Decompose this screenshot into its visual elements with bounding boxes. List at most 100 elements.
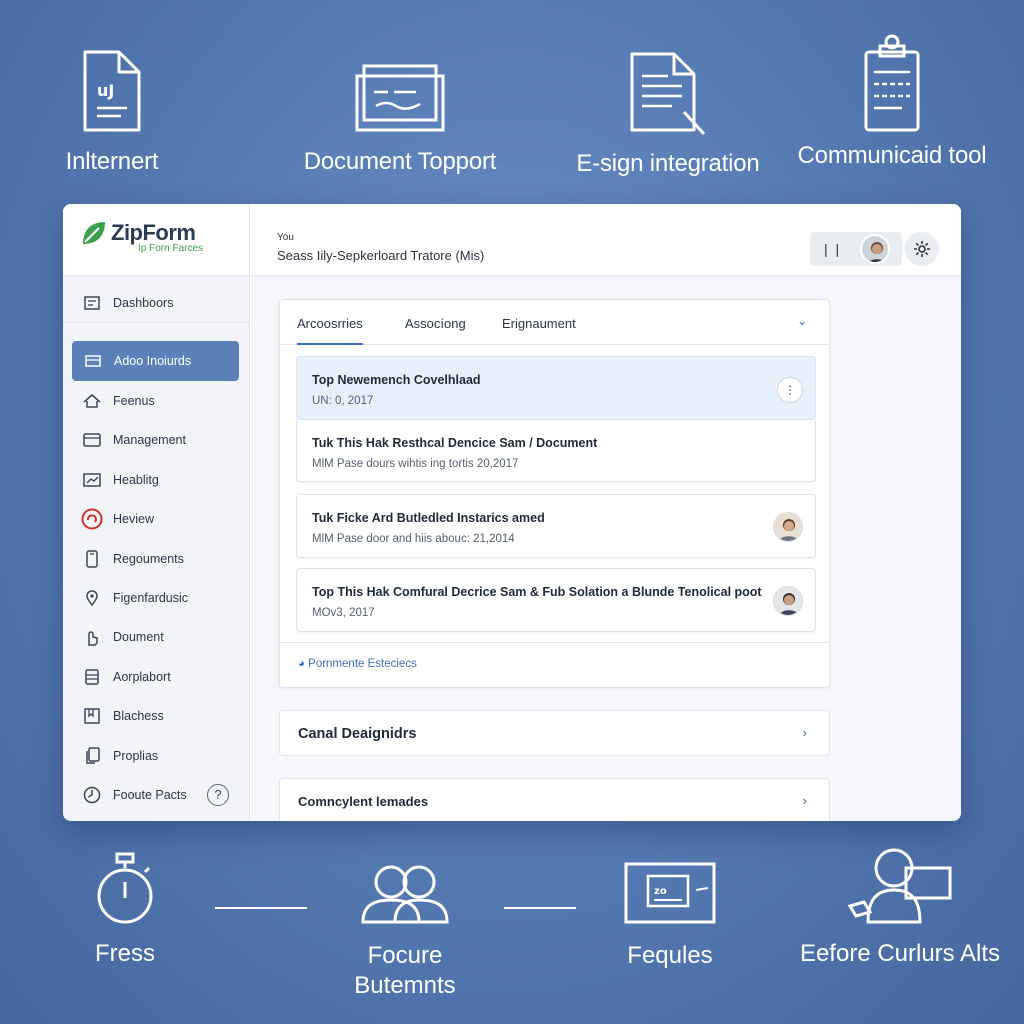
list-item-meta: MlM Pase dours wihtis ing tortis 20,2017 [312, 458, 519, 470]
list-item-title: Top This Hak Comfural Decrice Sam & Fub … [312, 585, 762, 599]
collapsible-row[interactable]: Canal Deaignidrs › [279, 710, 830, 756]
copy-icon [81, 746, 103, 765]
sidebar: ZipForm Ip Forn Farces Dashboors Adoo In… [63, 204, 250, 821]
sidebar-item-label: Heview [113, 512, 154, 527]
hand-icon [81, 628, 103, 647]
sidebar-item-label: Regouments [113, 551, 184, 566]
document-icon: uJ [83, 50, 141, 132]
sidebar-item-management[interactable]: Management [63, 421, 249, 460]
info-icon: ◕ [298, 658, 305, 670]
list-item-title: Tuk Ficke Ard Butledled Instarics amed [312, 511, 545, 525]
sidebar-item-label: Proplias [113, 748, 159, 763]
row-label: Canal Deaignidrs [298, 726, 417, 742]
connector-line [504, 907, 576, 909]
list-item[interactable]: Top Newemench Covelhlaad UN: 0, 2017 ⋮ [296, 356, 816, 420]
list-item[interactable]: Tuk This Hak Resthcal Dencice Sam / Docu… [296, 420, 816, 482]
feature-internet: uJ Inlternert [52, 48, 172, 176]
users-icon [361, 865, 449, 924]
sidebar-item-heview[interactable]: Heview [63, 500, 249, 539]
list-item-meta: UN: 0, 2017 [312, 395, 374, 407]
tab-arcoosrries[interactable]: Arcoosrries [297, 316, 363, 345]
sidebar-item-label: Blachess [113, 709, 164, 724]
stopwatch-icon [97, 852, 153, 924]
inbox-icon [82, 354, 104, 368]
collapsible-row[interactable]: Comncylent lemades › [279, 778, 830, 821]
list-item[interactable]: Tuk Ficke Ard Butledled Instarics amed M… [296, 494, 816, 558]
avatar [773, 512, 803, 542]
panel-footer-link[interactable]: ◕ Pornmente Esteciecs [298, 658, 417, 670]
sidebar-item-heablitg[interactable]: Heablitg [63, 460, 249, 499]
sidebar-item-proplias[interactable]: Proplias [63, 736, 249, 775]
sidebar-item-active[interactable]: Adoo Inoiurds [72, 341, 239, 382]
folder-icon [81, 433, 103, 448]
feature-fress: Fress [75, 852, 175, 969]
main-content: You Seass Iily-Sepkerloard Tratore (Mis)… [251, 204, 961, 821]
chevron-down-icon[interactable]: ⌄ [797, 314, 807, 328]
feature-label: Eefore Curlurs Alts [799, 940, 1001, 967]
sidebar-item-label: Doument [113, 630, 164, 645]
dashboard-icon [81, 296, 103, 310]
sidebar-item-label: Feenus [113, 394, 155, 409]
feature-label: E-sign integration [576, 150, 760, 177]
sidebar-item-label: Adoo Inoiurds [114, 354, 192, 369]
feature-focure-butemnts: Focure Butemnts [335, 862, 475, 1001]
page-title: Seass Iily-Sepkerloard Tratore (Mis) [277, 248, 485, 263]
feature-label: Focure Butemnts [335, 941, 475, 1001]
monitor-icon [355, 64, 445, 132]
chart-icon [81, 473, 103, 487]
home-icon [81, 394, 103, 408]
sidebar-item-label: Aorplabort [113, 669, 171, 684]
list-icon [81, 669, 103, 685]
tab-bar: Arcoosrries Assocíong Erignaument ⌄ [280, 300, 829, 345]
sidebar-item-label: Fooute Pacts [113, 787, 187, 802]
sidebar-item-dashboards[interactable]: Dashboors [63, 284, 249, 324]
sidebar-item-doument[interactable]: Doument [63, 618, 249, 657]
leaf-logo-icon [83, 222, 105, 244]
header: You Seass Iily-Sepkerloard Tratore (Mis)… [251, 204, 961, 276]
list-item-title: Tuk This Hak Resthcal Dencice Sam / Docu… [312, 436, 598, 450]
sidebar-item-blachess[interactable]: Blachess [63, 697, 249, 736]
screen-icon: zo [624, 862, 716, 924]
e-sign-icon [630, 52, 706, 136]
sidebar-item-aorplabort[interactable]: Aorplabort [63, 657, 249, 696]
feature-document-support: Document Topport [296, 62, 504, 176]
settings-button[interactable] [905, 232, 939, 266]
user-avatar[interactable] [860, 234, 890, 264]
sidebar-item-regouments[interactable]: Regouments [63, 539, 249, 578]
svg-text:zo: zo [654, 886, 667, 897]
list-item-meta: MOv3, 2017 [312, 607, 375, 619]
feature-label: Communicaid tool [797, 142, 987, 169]
list-item-meta: MlM Pase door and hiis abouc: 21,2014 [312, 533, 515, 545]
chevron-right-icon[interactable]: › [803, 793, 807, 808]
sidebar-item-figenfardusic[interactable]: Figenfardusic [63, 578, 249, 617]
more-options-button[interactable]: ⋮ [777, 377, 803, 403]
feature-label: Fress [95, 940, 155, 967]
pause-icon[interactable]: | | [824, 241, 841, 257]
sidebar-nav: Dashboors Adoo Inoiurds Feenus Managemen… [63, 276, 249, 815]
feature-e-sign: E-sign integration [568, 50, 768, 178]
feature-communication-tool: Communicaid tool [790, 32, 994, 170]
clock-icon [81, 786, 103, 804]
location-icon [81, 590, 103, 607]
sidebar-item-label: Figenfardusic [113, 591, 189, 606]
list-item[interactable]: Top This Hak Comfural Decrice Sam & Fub … [296, 568, 816, 632]
tab-associong[interactable]: Assocíong [405, 316, 466, 343]
help-icon[interactable]: ? [207, 783, 229, 806]
chevron-right-icon[interactable]: › [803, 725, 807, 740]
sidebar-item-label: Management [113, 433, 186, 448]
bookmark-icon [81, 708, 103, 724]
sidebar-item-feenus[interactable]: Feenus [63, 381, 249, 420]
row-label: Comncylent lemades [298, 794, 429, 809]
phone-icon [81, 549, 103, 568]
header-eyebrow: You [277, 232, 294, 243]
header-actions: | | [810, 232, 902, 266]
sidebar-item-label: Heablitg [113, 472, 159, 487]
sidebar-item-label: Dashboors [113, 296, 174, 311]
brand[interactable]: ZipForm Ip Forn Farces [63, 204, 249, 276]
tab-erignaument[interactable]: Erignaument [502, 316, 576, 343]
sidebar-item-fooute-pacts[interactable]: Fooute Pacts ? [63, 775, 249, 814]
feature-label: Inlternert [65, 148, 159, 175]
app-window: ZipForm Ip Forn Farces Dashboors Adoo In… [63, 204, 961, 821]
divider [280, 642, 829, 643]
brand-tagline: Ip Forn Farces [138, 243, 204, 254]
